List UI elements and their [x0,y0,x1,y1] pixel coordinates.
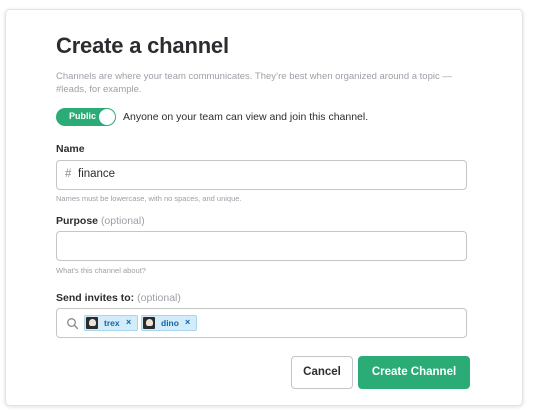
invitee-chip-trex: trex × [84,315,138,331]
cancel-button[interactable]: Cancel [291,356,353,389]
invites-input[interactable]: trex × dino × [56,308,467,338]
purpose-input[interactable] [56,231,467,261]
purpose-label: Purpose (optional) [56,215,145,227]
public-private-toggle[interactable]: Public [56,108,116,126]
name-label-text: Name [56,143,85,155]
hash-prefix: # [65,168,72,180]
invitee-name: trex [104,318,120,328]
avatar [143,317,155,329]
purpose-optional: (optional) [100,215,145,227]
invitee-chip-dino: dino × [141,315,197,331]
toggle-knob [99,109,115,125]
purpose-label-text: Purpose [56,215,99,227]
dialog-title: Create a channel [56,33,229,58]
create-channel-dialog: Create a channel Channels are where your… [5,9,523,406]
visibility-description: Anyone on your team can view and join th… [123,111,369,123]
close-icon[interactable]: × [185,317,190,327]
create-channel-button[interactable]: Create Channel [358,356,470,389]
invites-label: Send invites to: (optional) [56,292,181,304]
toggle-label: Public [69,111,97,121]
name-input[interactable]: # finance [56,160,467,190]
name-value: finance [78,168,116,180]
name-label: Name [56,143,85,155]
purpose-hint: What’s this channel about? [56,266,146,275]
invitee-name: dino [161,318,179,328]
avatar [86,317,98,329]
name-hint: Names must be lowercase, with no spaces,… [56,194,242,203]
close-icon[interactable]: × [126,317,131,327]
dialog-description: Channels are where your team communicate… [56,71,452,95]
search-icon [67,318,79,330]
invites-label-text: Send invites to: [56,292,135,304]
invites-optional: (optional) [137,292,181,304]
